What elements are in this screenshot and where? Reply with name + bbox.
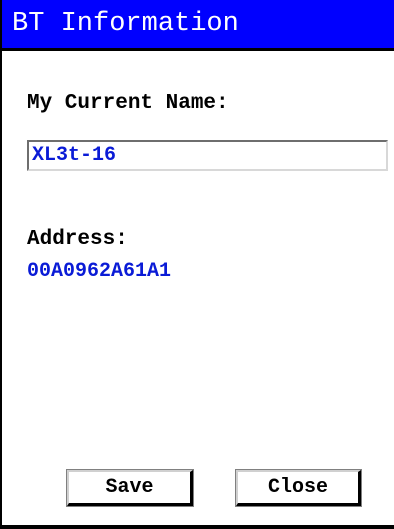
address-label: Address: [27, 228, 128, 251]
current-name-input[interactable] [27, 140, 388, 171]
current-name-label: My Current Name: [27, 92, 229, 115]
title-divider [2, 48, 394, 51]
address-value: 00A0962A61A1 [27, 260, 172, 283]
bt-information-window: BT Information My Current Name: Address:… [0, 0, 394, 529]
save-button[interactable]: Save [66, 469, 194, 507]
close-button[interactable]: Close [235, 469, 362, 507]
window-title: BT Information [2, 0, 394, 48]
